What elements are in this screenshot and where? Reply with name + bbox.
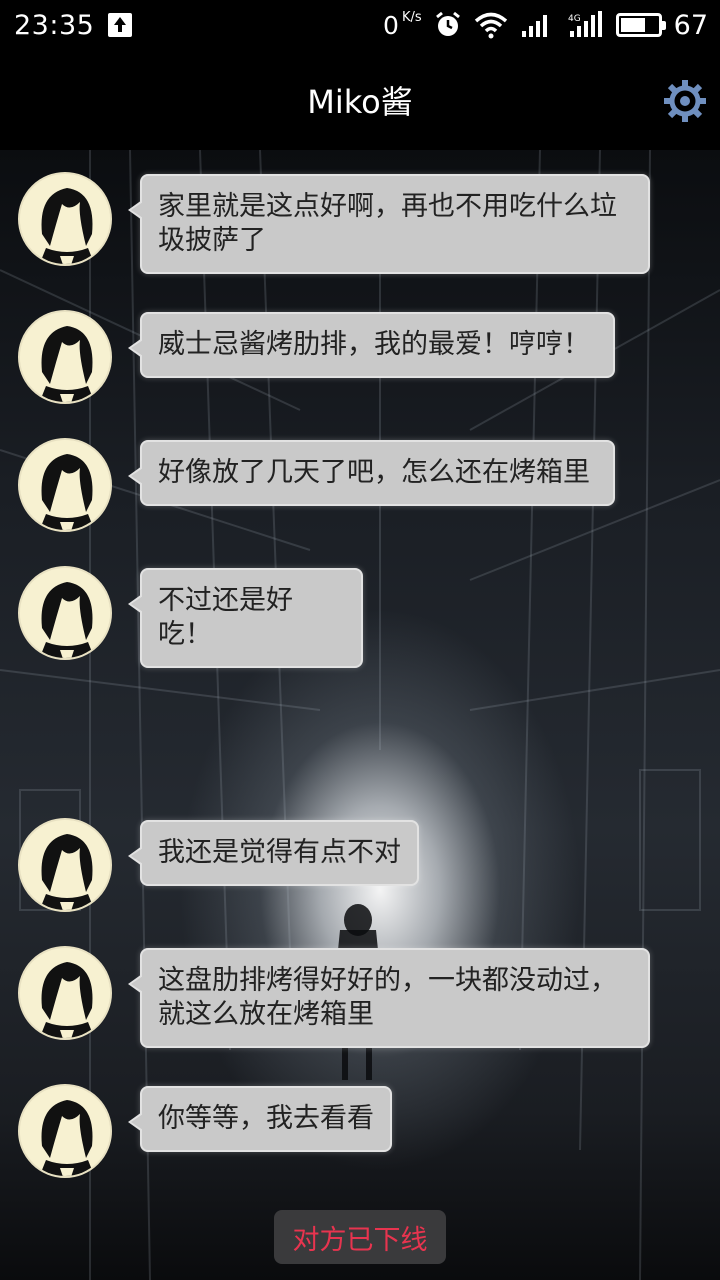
contact-avatar[interactable]: [18, 566, 112, 660]
signal-icon: [521, 15, 547, 37]
contact-avatar[interactable]: [18, 818, 112, 912]
network-speed: 0 K/s: [383, 9, 422, 40]
alarm-icon: [435, 11, 460, 36]
contact-avatar[interactable]: [18, 438, 112, 532]
offline-status-badge: 对方已下线: [274, 1210, 446, 1264]
status-time: 23:35: [14, 9, 95, 41]
signal-4g-icon: 4G: [568, 11, 602, 37]
wifi-icon: [474, 12, 507, 39]
message-bubble[interactable]: 好像放了几天了吧，怎么还在烤箱里: [128, 440, 615, 506]
contact-avatar[interactable]: [18, 310, 112, 404]
message-bubble[interactable]: 威士忌酱烤肋排，我的最爱！哼哼！: [128, 312, 615, 378]
battery-icon: [615, 13, 666, 37]
gear-icon[interactable]: [662, 78, 708, 124]
battery-percent: 67: [673, 9, 708, 41]
message-bubble[interactable]: 我还是觉得有点不对: [128, 820, 419, 886]
contact-name: Miko酱: [307, 83, 413, 121]
contact-avatar[interactable]: [18, 1084, 112, 1178]
message-bubble[interactable]: 这盘肋排烤得好好的，一块都没动过，就这么放在烤箱里: [128, 948, 650, 1048]
message-bubble[interactable]: 不过还是好吃！: [128, 568, 363, 668]
chat-area[interactable]: 家里就是这点好啊，再也不用吃什么垃圾披萨了威士忌酱烤肋排，我的最爱！哼哼！ 好像放…: [0, 150, 720, 1280]
message-bubble[interactable]: 家里就是这点好啊，再也不用吃什么垃圾披萨了: [128, 174, 650, 274]
message-bubble[interactable]: 你等等，我去看看: [128, 1086, 392, 1152]
network-speed-unit: K/s: [401, 9, 422, 25]
chat-header: Miko酱: [0, 50, 720, 150]
network-speed-value: 0: [383, 10, 399, 40]
status-right: 0 K/s 4G 67: [383, 0, 708, 50]
svg-text:4G: 4G: [568, 14, 581, 24]
contact-avatar[interactable]: [18, 172, 112, 266]
contact-avatar[interactable]: [18, 946, 112, 1040]
status-bar: 23:35 0 K/s 4G 67: [0, 0, 720, 50]
upload-icon: [108, 13, 133, 37]
